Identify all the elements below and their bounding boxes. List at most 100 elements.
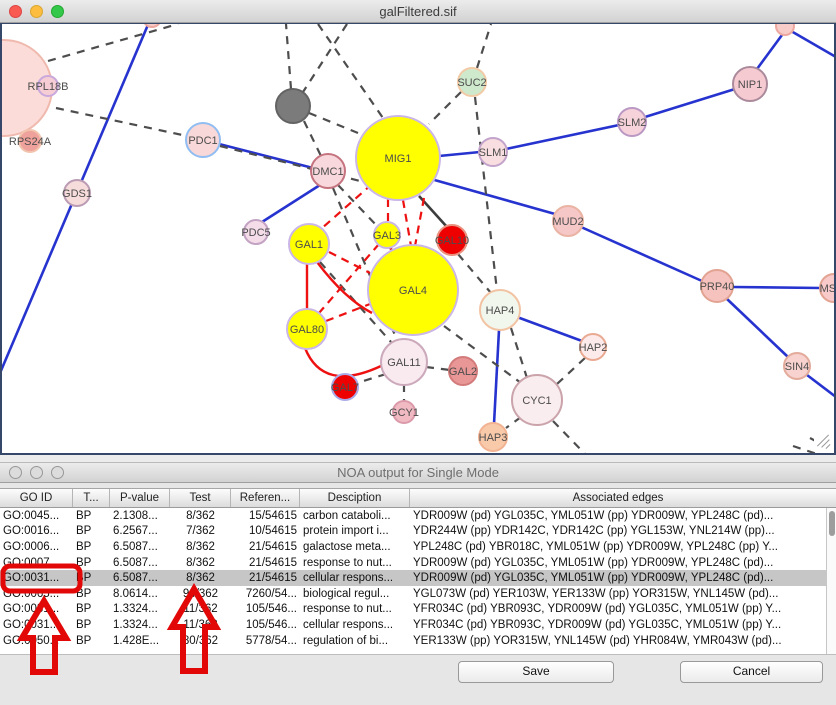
table-row[interactable]: GO:0050...BP1.428E...80/3625778/54...reg… (0, 633, 826, 649)
cell-test: 7/362 (170, 525, 231, 537)
table-row[interactable]: GO:0007...BP6.5087...8/36221/54615respon… (0, 555, 826, 571)
cell-ref: 5778/54... (231, 635, 300, 647)
cell-type: BP (73, 619, 110, 631)
network-edge-blue[interactable] (645, 89, 735, 117)
cell-ref: 21/54615 (231, 541, 300, 553)
close-button[interactable] (9, 5, 22, 18)
table-row[interactable]: GO:0031...BP1.3324...11/362105/546...cel… (0, 617, 826, 633)
cell-edges: YGL073W (pd) YER103W, YER133W (pp) YOR31… (410, 588, 826, 600)
network-node[interactable] (143, 24, 161, 27)
network-edge-dashed[interactable] (477, 24, 491, 68)
resize-grip-icon[interactable] (814, 437, 832, 451)
network-edge-blue[interactable] (517, 317, 582, 341)
cell-ref: 21/54615 (231, 572, 300, 584)
column-header-desciption[interactable]: Desciption (300, 489, 410, 507)
cell-test: 8/362 (170, 572, 231, 584)
column-header-goid[interactable]: GO ID (0, 489, 73, 507)
network-edge-blue[interactable] (807, 375, 834, 397)
minimize-button[interactable] (30, 466, 43, 479)
cell-p: 1.3324... (110, 619, 170, 631)
cell-edges: YDR009W (pd) YGL035C, YML051W (pp) YDR00… (410, 572, 826, 584)
network-edge-blue[interactable] (439, 152, 480, 156)
cancel-button[interactable]: Cancel (680, 661, 823, 683)
column-header-t[interactable]: T... (73, 489, 110, 507)
network-edge-dashed[interactable] (557, 358, 585, 384)
node-label-GAL3: GAL3 (373, 230, 401, 242)
scrollbar-thumb[interactable] (829, 511, 835, 536)
cell-p: 8.0614... (110, 588, 170, 600)
noa-window-title: NOA output for Single Mode (0, 465, 836, 480)
network-edge-blue[interactable] (581, 227, 702, 281)
network-edge-dashed[interactable] (56, 108, 187, 136)
table-row[interactable]: GO:0006...BP6.5087...8/36221/54615galact… (0, 539, 826, 555)
cell-desc: galactose meta... (300, 541, 410, 553)
cell-desc: response to nut... (300, 603, 410, 615)
table-row-selected[interactable]: GO:0031...BP6.5087...8/36221/54615cellul… (0, 570, 826, 586)
table-row[interactable]: GO:0031...BP1.3324...11/362105/546...res… (0, 602, 826, 618)
cell-ref: 10/54615 (231, 525, 300, 537)
node-label-DMC1: DMC1 (312, 166, 343, 178)
network-edge-dashed[interactable] (318, 24, 383, 118)
column-header-associatededges[interactable]: Associated edges (410, 489, 826, 507)
table-row[interactable]: GO:0065...BP8.0614...94/3627260/54...bio… (0, 586, 826, 602)
network-titlebar[interactable]: galFiltered.sif (0, 0, 836, 23)
cell-go: GO:0006... (0, 541, 73, 553)
cell-ref: 7260/54... (231, 588, 300, 600)
network-edge-dashed[interactable] (429, 92, 461, 124)
network-edge-blue[interactable] (733, 287, 821, 288)
network-edge-blue[interactable] (494, 330, 499, 424)
table-row[interactable]: GO:0045...BP2.1308...8/36215/54615carbon… (0, 508, 826, 524)
network-window-title: galFiltered.sif (0, 4, 836, 19)
network-edge-dashed[interactable] (48, 24, 178, 61)
cell-test: 11/362 (170, 603, 231, 615)
column-header-referen[interactable]: Referen... (231, 489, 300, 507)
cell-desc: response to nut... (300, 557, 410, 569)
cell-type: BP (73, 510, 110, 522)
network-node[interactable] (276, 89, 310, 123)
network-edge-dashed[interactable] (475, 97, 497, 291)
node-label-GAL2: GAL2 (449, 366, 477, 378)
network-edge-blue[interactable] (262, 185, 320, 222)
cell-ref: 105/546... (231, 619, 300, 631)
network-edge-dashed[interactable] (309, 113, 358, 133)
network-edge-blue[interactable] (506, 125, 619, 149)
minimize-button[interactable] (30, 5, 43, 18)
network-edge-blue[interactable] (727, 299, 788, 357)
zoom-button[interactable] (51, 5, 64, 18)
column-header-pvalue[interactable]: P-value (110, 489, 170, 507)
cell-go: GO:0031... (0, 572, 73, 584)
noa-titlebar[interactable]: NOA output for Single Mode (0, 463, 836, 483)
close-button[interactable] (9, 466, 22, 479)
cell-type: BP (73, 572, 110, 584)
node-label-HAP2: HAP2 (579, 342, 608, 354)
network-edge-dashed[interactable] (286, 24, 291, 89)
vertical-scrollbar[interactable] (826, 508, 836, 654)
network-edge-dashed[interactable] (511, 328, 527, 378)
network-edge-red[interactable] (317, 262, 372, 313)
save-button[interactable]: Save (458, 661, 614, 683)
network-edge-dashed[interactable] (458, 254, 491, 293)
network-edge-blue[interactable] (431, 179, 555, 214)
network-canvas[interactable]: RPL18BRPS24AGDS1PDC1DMC1MIG1SUC2SLM1SLM2… (0, 22, 836, 455)
network-edge-blue[interactable] (757, 35, 782, 69)
cell-test: 8/362 (170, 541, 231, 553)
network-edge-reddash[interactable] (403, 200, 411, 246)
network-edge-dashed[interactable] (357, 374, 386, 383)
network-edge-reddash[interactable] (415, 198, 424, 246)
node-label-GAL80: GAL80 (290, 324, 324, 336)
column-header-test[interactable]: Test (170, 489, 231, 507)
table-row[interactable]: GO:0016...BP6.2567...7/36210/54615protei… (0, 524, 826, 540)
network-edge-dashed[interactable] (304, 121, 321, 156)
network-node[interactable] (776, 24, 794, 35)
cell-test: 11/362 (170, 619, 231, 631)
node-label-RPL18B: RPL18B (28, 81, 69, 93)
network-edge-dashed[interactable] (553, 421, 586, 453)
network-edge-dashed[interactable] (426, 367, 450, 370)
network-edge-red[interactable] (305, 348, 381, 376)
network-edge-dashed[interactable] (506, 417, 521, 428)
zoom-button[interactable] (51, 466, 64, 479)
network-edge-blue[interactable] (219, 144, 313, 168)
network-edge-blue[interactable] (791, 31, 834, 57)
network-window: RPL18BRPS24AGDS1PDC1DMC1MIG1SUC2SLM1SLM2… (0, 0, 836, 462)
network-edge-dashed[interactable] (303, 24, 347, 92)
